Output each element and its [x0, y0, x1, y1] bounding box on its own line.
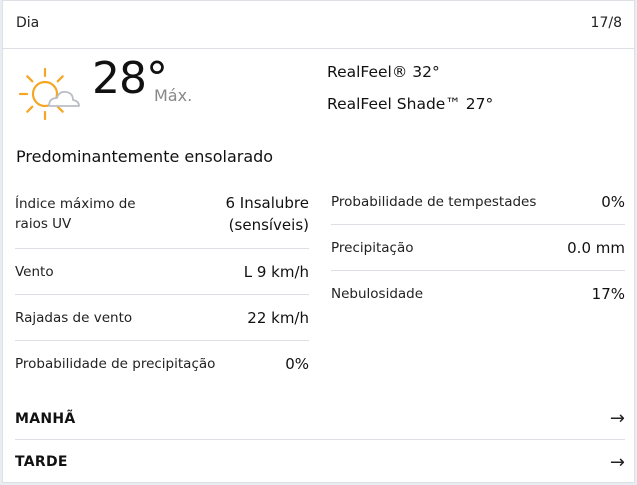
detail-value: 6 Insalubre (sensíveis) [225, 193, 309, 234]
arrow-right-icon[interactable]: → [610, 452, 625, 473]
section-title: TARDE [15, 454, 68, 470]
afternoon-section-link[interactable]: TARDE → [15, 441, 625, 483]
detail-label: Probabilidade de tempestades [331, 193, 537, 210]
right-details-list: Probabilidade de tempestades 0% Precipit… [331, 179, 625, 317]
date-label: 17/8 [590, 15, 622, 31]
section-title: MANHÃ [15, 410, 76, 427]
realfeel-value: RealFeel® 32° [327, 63, 440, 81]
daily-forecast-card: Dia 17/8 28° Máx. RealFeel® 32° RealFeel… [2, 0, 635, 483]
realfeel-shade-value: RealFeel Shade™ 27° [327, 95, 494, 113]
detail-value: 0.0 mm [567, 238, 625, 257]
day-label: Dia [16, 15, 40, 31]
max-label: Máx. [154, 86, 193, 105]
detail-row-gusts: Rajadas de vento 22 km/h [15, 295, 309, 341]
detail-row-precipitation: Precipitação 0.0 mm [331, 225, 625, 271]
arrow-right-icon[interactable]: → [610, 408, 625, 429]
card-header: Dia 17/8 [3, 1, 634, 49]
detail-row-uv: Índice máximo de raios UV 6 Insalubre (s… [15, 179, 309, 249]
detail-row-wind: Vento L 9 km/h [15, 249, 309, 295]
morning-section-link[interactable]: MANHÃ → [15, 398, 625, 440]
detail-value: 22 km/h [247, 308, 309, 327]
detail-value: 0% [601, 192, 625, 211]
left-details-list: Índice máximo de raios UV 6 Insalubre (s… [15, 179, 309, 387]
detail-label: Vento [15, 263, 54, 280]
detail-label: Nebulosidade [331, 286, 424, 302]
partly-sunny-icon [18, 67, 80, 121]
detail-value: 0% [285, 355, 309, 373]
detail-label: Índice máximo de raios UV [15, 195, 136, 232]
detail-value: 17% [591, 285, 625, 303]
detail-label: Precipitação [331, 239, 414, 256]
detail-row-cloud-cover: Nebulosidade 17% [331, 271, 625, 317]
detail-label: Rajadas de vento [15, 309, 133, 326]
detail-row-storm-prob: Probabilidade de tempestades 0% [331, 179, 625, 225]
detail-label: Probabilidade de precipitação [15, 356, 216, 372]
weather-phrase: Predominantemente ensolarado [16, 147, 274, 166]
detail-value: L 9 km/h [243, 262, 309, 281]
detail-row-precip-prob: Probabilidade de precipitação 0% [15, 341, 309, 387]
